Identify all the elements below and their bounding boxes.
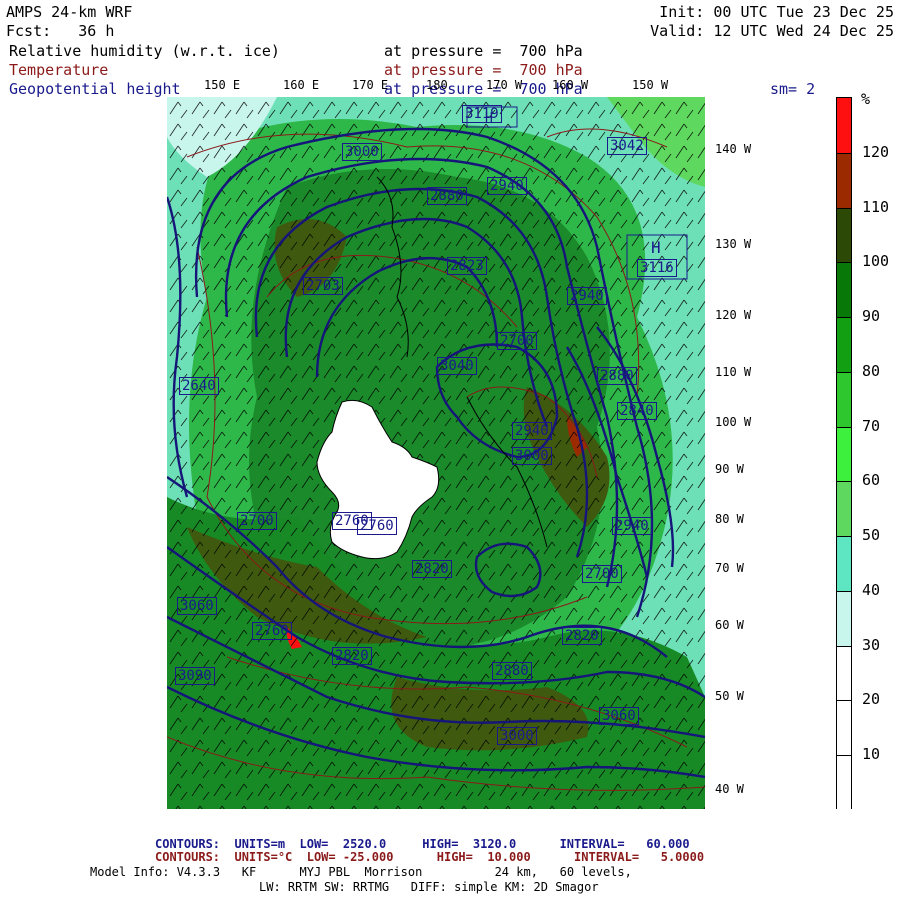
footer-height-contours: CONTOURS: UNITS=m LOW= 2520.0 HIGH= 3120…	[155, 837, 690, 851]
colorbar-tick-label: 80	[862, 361, 881, 380]
footer-physics: LW: RRTM SW: RRTMG DIFF: simple KM: 2D S…	[259, 880, 599, 894]
contour-label: 2880	[597, 367, 637, 385]
contour-label: 2700	[497, 332, 537, 350]
lon-label: 170 W	[486, 78, 523, 92]
contour-label: 2820	[332, 647, 372, 665]
lat-label: 140 W	[715, 142, 752, 156]
contour-label: 2940	[567, 287, 607, 305]
lat-label: 60 W	[715, 618, 744, 632]
contour-label: 3090	[175, 667, 215, 685]
colorbar-segment	[837, 262, 851, 319]
contour-label: 3000	[512, 447, 552, 465]
lon-label: 150 W	[632, 78, 669, 92]
field-rh-level: at pressure = 700 hPa	[384, 42, 583, 60]
lon-label: 160 W	[552, 78, 589, 92]
lat-label: 50 W	[715, 689, 744, 703]
lat-label: 120 W	[715, 308, 752, 322]
colorbar-tick-label: 90	[862, 307, 881, 326]
contour-label: 2640	[179, 377, 219, 395]
contour-label: 2940	[612, 517, 652, 535]
colorbar-unit: %	[861, 90, 871, 108]
contour-label: 2703	[303, 277, 343, 295]
footer-model-info: Model Info: V4.3.3 KF MYJ PBL Morrison 2…	[90, 865, 632, 879]
contour-label: 2700	[582, 565, 622, 583]
svg-text:H: H	[651, 238, 661, 257]
colorbar-segment	[837, 536, 851, 593]
init-time: Init: 00 UTC Tue 23 Dec 25	[659, 3, 894, 21]
contour-label: 2823	[447, 257, 487, 275]
colorbar-segment	[837, 317, 851, 374]
contour-label: 3060	[177, 597, 217, 615]
lon-label: 180	[426, 78, 448, 92]
colorbar-segment	[837, 645, 851, 702]
lat-label: 130 W	[715, 237, 752, 251]
contour-label: 2940	[487, 177, 527, 195]
lat-label: 80 W	[715, 512, 744, 526]
colorbar-tick-label: 120	[862, 142, 890, 161]
lat-label: 110 W	[715, 365, 752, 379]
contour-label: 3040	[437, 357, 477, 375]
model-title: AMPS 24-km WRF	[6, 3, 133, 21]
field-rh-label: Relative humidity (w.r.t. ice)	[9, 42, 280, 60]
contour-label: 2760	[252, 622, 292, 640]
lat-label: 90 W	[715, 462, 744, 476]
colorbar-segment	[837, 755, 851, 812]
colorbar-tick-label: 110	[862, 197, 890, 216]
field-temp-level: at pressure = 700 hPa	[384, 61, 583, 79]
contour-label: 2760	[357, 517, 397, 535]
contour-label: 3116	[637, 259, 677, 277]
colorbar-tick-label: 40	[862, 580, 881, 599]
contour-label: 2700	[237, 512, 277, 530]
colorbar-segment	[837, 426, 851, 483]
contour-label: 3119	[462, 105, 502, 123]
colorbar-segment	[837, 700, 851, 757]
colorbar-tick-label: 70	[862, 416, 881, 435]
contour-label: 2880	[492, 662, 532, 680]
valid-time: Valid: 12 UTC Wed 24 Dec 25	[650, 22, 894, 40]
colorbar-tick-label: 100	[862, 252, 890, 271]
field-temp-label: Temperature	[9, 61, 109, 79]
footer-temp-contours: CONTOURS: UNITS=°C LOW= -25.000 HIGH= 10…	[155, 850, 705, 864]
field-height-label: Geopotential height	[9, 80, 181, 98]
map-panel: H H 3119 3000 2940 2880 3042 3116 2823 2940 2700…	[167, 97, 705, 809]
contour-label: 3060	[599, 707, 639, 725]
lon-label: 150 E	[204, 78, 241, 92]
lat-label: 70 W	[715, 561, 744, 575]
colorbar-tick-label: 20	[862, 690, 881, 709]
lat-label: 40 W	[715, 782, 744, 796]
colorbar-tick-label: 10	[862, 745, 881, 764]
lon-label: 170 E	[352, 78, 389, 92]
forecast-hour: Fcst: 36 h	[6, 22, 115, 40]
contour-label: 2880	[427, 187, 467, 205]
lat-label: 100 W	[715, 415, 752, 429]
colorbar-tick-label: 30	[862, 635, 881, 654]
colorbar-segment	[837, 152, 851, 210]
contour-label: 3000	[342, 143, 382, 161]
smoothing-label: sm= 2	[770, 80, 816, 98]
contour-label: 3000	[497, 727, 537, 745]
colorbar-tick-label: 60	[862, 471, 881, 490]
contour-label: 2840	[617, 402, 657, 420]
colorbar	[836, 97, 852, 812]
contour-label: 2820	[562, 627, 602, 645]
colorbar-tick-label: 50	[862, 526, 881, 545]
colorbar-segment	[837, 481, 851, 538]
contour-label: 2820	[412, 560, 452, 578]
contour-label: 3042	[607, 137, 647, 155]
colorbar-segment	[837, 207, 851, 264]
colorbar-segment	[837, 371, 851, 429]
colorbar-segment	[837, 98, 851, 154]
lon-label: 160 E	[283, 78, 320, 92]
colorbar-segment	[837, 590, 851, 648]
contour-label: 2940	[512, 422, 552, 440]
